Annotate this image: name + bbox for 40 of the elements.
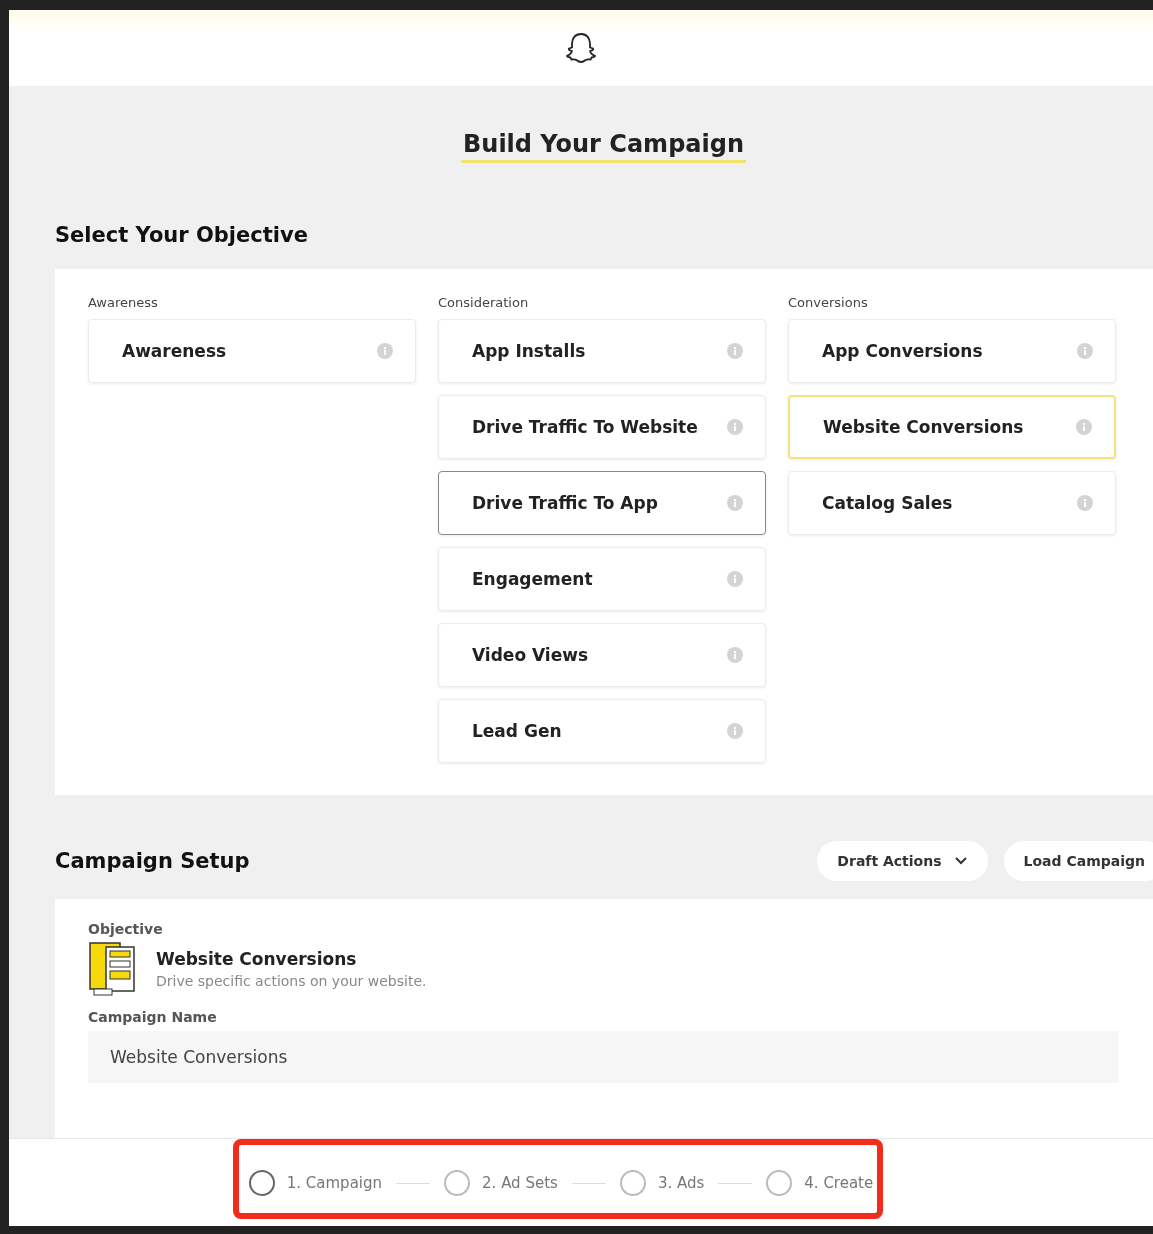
group-label: Conversions: [788, 297, 869, 309]
objective-option[interactable]: Drive Traffic To Website: [438, 395, 766, 459]
objective-option[interactable]: Awareness: [88, 319, 416, 383]
info-icon[interactable]: [727, 647, 743, 663]
website-layout-icon: [88, 941, 138, 997]
info-icon[interactable]: [377, 343, 393, 359]
section-heading: Select Your Objective: [55, 223, 309, 247]
step-tab[interactable]: 4. Create: [766, 1170, 874, 1196]
group-label: Consideration: [438, 297, 530, 309]
info-icon[interactable]: [1076, 419, 1092, 435]
chevron-down-icon: [953, 856, 968, 866]
ghost-logo-icon: [563, 30, 599, 66]
step-tab[interactable]: 1. Campaign: [248, 1170, 383, 1196]
info-icon[interactable]: [727, 723, 743, 739]
page-title: Build Your Campaign: [461, 130, 746, 163]
objective-option[interactable]: Drive Traffic To App: [438, 471, 766, 535]
objective-name: Website Conversions: [156, 949, 358, 969]
field-label: Objective: [88, 921, 164, 937]
objective-option[interactable]: Engagement: [438, 547, 766, 611]
info-icon[interactable]: [727, 571, 743, 587]
group-label: Awareness: [88, 297, 159, 309]
objective-option[interactable]: App Installs: [438, 319, 766, 383]
draft-actions-dropdown[interactable]: Draft Actions: [817, 841, 988, 881]
info-icon[interactable]: [1077, 343, 1093, 359]
objective-option[interactable]: App Conversions: [788, 319, 1116, 383]
step-tab[interactable]: 2. Ad Sets: [444, 1170, 558, 1196]
field-label: Campaign Name: [88, 1009, 218, 1025]
info-icon[interactable]: [727, 419, 743, 435]
objective-option[interactable]: Catalog Sales: [788, 471, 1116, 535]
info-icon[interactable]: [1077, 495, 1093, 511]
objective-option[interactable]: Lead Gen: [438, 699, 766, 763]
info-icon[interactable]: [727, 495, 743, 511]
section-heading: Campaign Setup: [55, 849, 250, 873]
campaign-name-field[interactable]: Website Conversions: [88, 1031, 1118, 1083]
load-campaign-button[interactable]: Load Campaign: [1003, 841, 1153, 881]
step-tab[interactable]: 3. Ads: [619, 1170, 705, 1196]
info-icon[interactable]: [727, 343, 743, 359]
objective-option[interactable]: Website Conversions: [788, 395, 1116, 459]
objective-description: Drive specific actions on your website.: [156, 973, 427, 989]
objective-option[interactable]: Video Views: [438, 623, 766, 687]
